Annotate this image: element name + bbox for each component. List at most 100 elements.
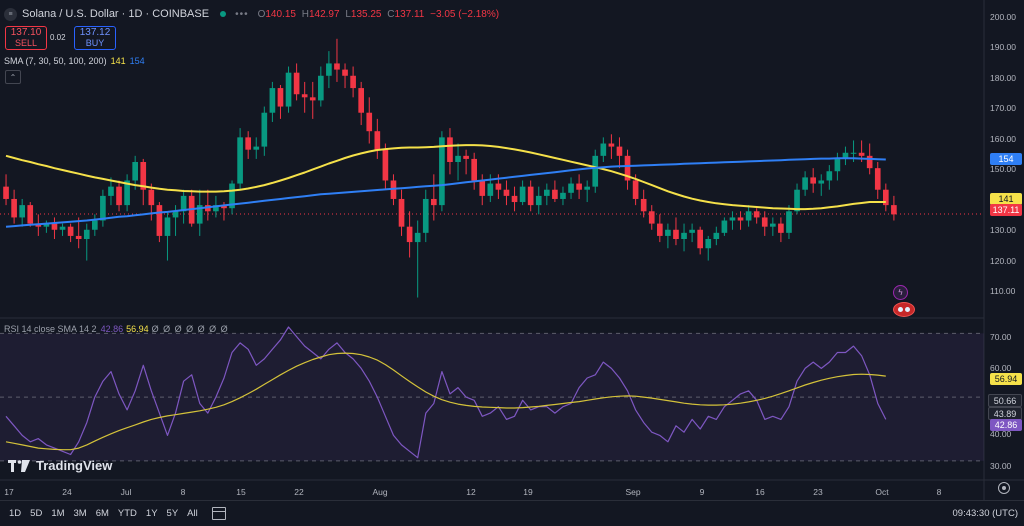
x-tick: 17 (4, 487, 14, 497)
ohlc-readout: O140.15 H142.97 L135.25 C137.11 −3.05 (−… (258, 9, 500, 20)
candle-body (317, 75, 324, 101)
candle-body (148, 189, 155, 206)
rsi-legend-sma: 56.94 (126, 324, 149, 334)
candle-body (858, 152, 865, 156)
candle-body (592, 155, 599, 187)
candle-body (11, 198, 17, 218)
candle-body (374, 131, 381, 150)
candle-body (358, 88, 365, 113)
candle-body (737, 217, 744, 221)
candle-body (543, 189, 550, 196)
timeframe-5d[interactable]: 5D (30, 508, 42, 519)
us-flag-event-icon[interactable] (893, 302, 915, 317)
sell-label: SELL (14, 38, 38, 48)
candle-body (745, 211, 752, 221)
rsi-tick: 30.00 (990, 461, 1012, 471)
chart-canvas[interactable] (0, 0, 1024, 500)
rsi-tick: 70.00 (990, 332, 1012, 342)
candle-body (382, 149, 389, 181)
candle-body (511, 195, 518, 203)
x-tick: Sep (625, 487, 641, 497)
candle-body (697, 229, 704, 249)
candle-body (19, 205, 26, 218)
buy-button[interactable]: 137.12 BUY (74, 26, 116, 50)
candle-body (568, 183, 574, 193)
ohlc-close-key: C (387, 8, 395, 20)
candle-body (810, 177, 817, 184)
market-status-dot (220, 11, 227, 17)
candle-body (326, 63, 332, 76)
candle-body (269, 88, 276, 113)
candle-body (430, 198, 437, 206)
x-tick: 16 (755, 487, 765, 497)
rsi-value-badge: 42.86 (990, 419, 1022, 431)
timeframe-1d[interactable]: 1D (9, 508, 21, 519)
ohlc-close: 137.11 (394, 8, 425, 20)
tradingview-mark-icon (8, 459, 30, 472)
candle-body (301, 94, 308, 98)
ohlc-high: 142.97 (308, 8, 340, 20)
timeframe-6m[interactable]: 6M (96, 508, 109, 519)
timeframe-ytd[interactable]: YTD (118, 508, 137, 519)
calendar-icon[interactable] (211, 507, 226, 520)
candle-body (640, 198, 647, 212)
candle-body (866, 155, 873, 169)
candle-body (681, 232, 687, 239)
spread-value: 0.02 (50, 33, 66, 42)
candle-body (27, 205, 34, 224)
timeframe-1m[interactable]: 1M (51, 508, 64, 519)
candle-body (406, 226, 413, 243)
candle-body (350, 75, 356, 89)
candle-body (439, 137, 445, 206)
x-tick: Aug (372, 487, 388, 497)
candle-body (495, 183, 502, 190)
buy-label: BUY (85, 38, 105, 48)
candle-body (665, 229, 671, 236)
candle-body (891, 205, 897, 215)
candle-body (463, 155, 469, 159)
more-icon[interactable]: ••• (235, 9, 249, 20)
lightning-icon[interactable]: ϟ (893, 285, 908, 300)
price-tick: 170.00 (990, 103, 1016, 113)
x-tick: Jul (120, 487, 132, 497)
price-tick: 180.00 (990, 73, 1016, 83)
candle-body (689, 229, 695, 233)
price-tick: 200.00 (990, 12, 1016, 22)
candle-body (818, 180, 825, 184)
gear-icon[interactable] (998, 482, 1010, 494)
candle-body (552, 189, 558, 199)
candle-body (366, 112, 373, 132)
candle-body (729, 217, 736, 221)
candle-body (786, 211, 792, 233)
candle-body (100, 195, 106, 221)
rsi-legend-label: RSI 14 close SMA 14 2 (4, 324, 97, 334)
candle-body (414, 232, 421, 243)
timeframe-3m[interactable]: 3M (74, 508, 87, 519)
rsi-legend[interactable]: RSI 14 close SMA 14 2 42.86 56.94 Ø Ø Ø Ø Ø… (4, 324, 229, 334)
chevron-up-icon[interactable]: ⌃ (5, 70, 21, 84)
candle-body (398, 198, 405, 227)
tradingview-logo[interactable]: TradingView (8, 458, 112, 473)
timeframe-5y[interactable]: 5Y (167, 508, 179, 519)
candle-body (713, 232, 720, 239)
clock-readout[interactable]: 09:43:30 (UTC) (953, 508, 1018, 519)
candle-body (156, 205, 163, 236)
timeframe-all[interactable]: All (187, 508, 198, 519)
candle-body (616, 146, 623, 156)
ohlc-change: −3.05 (−2.18%) (430, 8, 500, 20)
x-tick: 23 (813, 487, 823, 497)
x-tick: 8 (936, 487, 942, 497)
x-tick: 9 (699, 487, 705, 497)
candle-body (116, 186, 122, 206)
sell-button[interactable]: 137.10 SELL (5, 26, 47, 50)
candle-body (721, 220, 728, 233)
ohlc-high-key: H (301, 8, 309, 20)
rsi-legend-na: Ø Ø Ø Ø Ø Ø Ø (151, 324, 229, 334)
sma-legend[interactable]: SMA (7, 30, 50, 100, 200) 141 154 (4, 56, 145, 66)
x-tick: 8 (180, 487, 186, 497)
candle-body (164, 217, 171, 236)
sma200-badge: 154 (990, 153, 1022, 165)
symbol-title[interactable]: Solana / U.S. Dollar · 1D · COINBASE (22, 8, 209, 20)
x-tick: 24 (62, 487, 72, 497)
timeframe-1y[interactable]: 1Y (146, 508, 158, 519)
